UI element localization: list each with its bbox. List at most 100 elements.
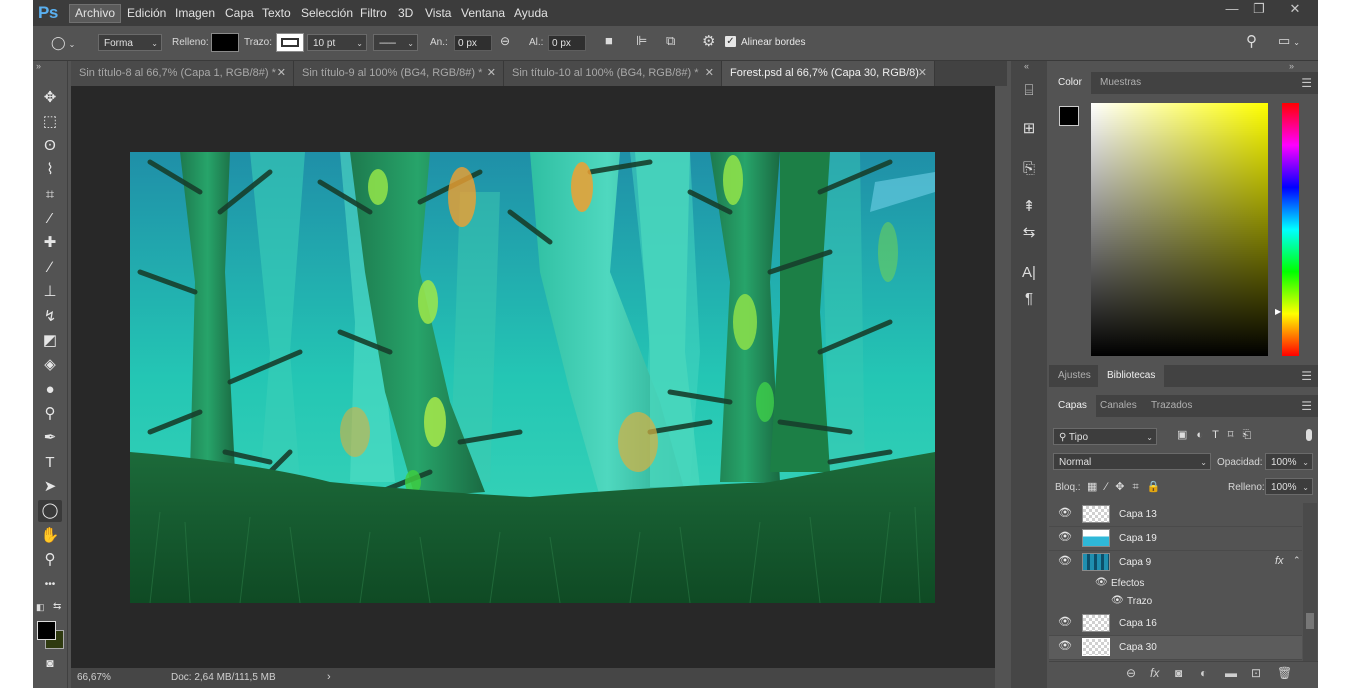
dodge-icon[interactable]: ⚲ bbox=[38, 403, 62, 425]
type-icon[interactable]: T bbox=[38, 452, 62, 474]
fill-swatch[interactable] bbox=[211, 33, 239, 52]
panel-menu-icon[interactable]: ☰ bbox=[1301, 72, 1312, 94]
collapse-arrows-icon[interactable]: » bbox=[1289, 61, 1294, 71]
brush-panel-icon[interactable]: ⇞ bbox=[1019, 197, 1039, 217]
fx-badge[interactable]: fx bbox=[1275, 555, 1284, 567]
clone-source-panel-icon[interactable]: ⎘ bbox=[1019, 159, 1039, 179]
crop-icon[interactable]: ⌗ bbox=[38, 184, 62, 206]
tab-libraries[interactable]: Bibliotecas bbox=[1098, 365, 1165, 387]
menu-seleccion[interactable]: Selección bbox=[296, 0, 358, 26]
path-alignment-icon[interactable]: ⊫ bbox=[636, 33, 647, 49]
link-layers-icon[interactable]: ⊖ bbox=[1126, 666, 1136, 680]
stroke-effect-eye-icon[interactable]: 👁 bbox=[1111, 595, 1124, 606]
more-tools-icon[interactable]: ••• bbox=[38, 574, 62, 596]
character-panel-icon[interactable]: A| bbox=[1019, 263, 1039, 283]
eye-icon[interactable]: 👁 bbox=[1058, 506, 1072, 519]
default-colors-icon[interactable]: ◧ bbox=[36, 602, 46, 612]
hue-slider[interactable] bbox=[1282, 103, 1299, 356]
adjustment-layer-icon[interactable]: ◐ bbox=[1200, 666, 1207, 680]
scrollbar-thumb[interactable] bbox=[1306, 613, 1314, 629]
brush-icon[interactable]: ∕ bbox=[38, 257, 62, 279]
stroke-width-field[interactable]: 10 pt ⌄ bbox=[307, 34, 367, 51]
blur-icon[interactable]: ● bbox=[38, 379, 62, 401]
layer-row-capa-13[interactable]: 👁 Capa 13 bbox=[1049, 503, 1302, 527]
properties-panel-icon[interactable]: ⊞ bbox=[1019, 119, 1039, 139]
align-edges-checkbox[interactable]: ✓ bbox=[725, 36, 736, 47]
path-select-icon[interactable]: ➤ bbox=[38, 476, 62, 498]
effects-eye-icon[interactable]: 👁 bbox=[1095, 577, 1108, 588]
opacity-field[interactable]: 100% ⌄ bbox=[1265, 453, 1313, 470]
height-input[interactable]: 0 px bbox=[548, 35, 586, 51]
new-layer-icon[interactable]: ⊡ bbox=[1251, 666, 1261, 680]
collapse-arrows-icon[interactable]: « bbox=[1024, 61, 1029, 71]
move-icon[interactable]: ✥ bbox=[38, 87, 62, 109]
path-operations-icon[interactable]: ■ bbox=[605, 33, 613, 48]
menu-imagen[interactable]: Imagen bbox=[170, 0, 220, 26]
eye-icon[interactable]: 👁 bbox=[1058, 615, 1072, 628]
tab-layers[interactable]: Capas bbox=[1049, 395, 1096, 417]
menu-texto[interactable]: Texto bbox=[257, 0, 296, 26]
paragraph-panel-icon[interactable]: ¶ bbox=[1019, 289, 1039, 309]
canvas-area[interactable] bbox=[71, 86, 995, 668]
blend-mode-select[interactable]: Normal ⌄ bbox=[1053, 453, 1211, 470]
status-menu-arrow-icon[interactable]: › bbox=[327, 671, 331, 683]
close-button[interactable]: ✕ bbox=[1281, 0, 1309, 20]
menu-vista[interactable]: Vista bbox=[420, 0, 456, 26]
tab-swatches[interactable]: Muestras bbox=[1091, 72, 1150, 94]
hand-icon[interactable]: ✋ bbox=[38, 525, 62, 547]
layer-row-capa-16[interactable]: 👁 Capa 16 bbox=[1049, 612, 1302, 636]
clone-stamp-icon[interactable]: ⊥ bbox=[38, 281, 62, 303]
paint-bucket-icon[interactable]: ◈ bbox=[38, 354, 62, 376]
color-foreground-swatch[interactable] bbox=[1059, 106, 1079, 126]
fill-field[interactable]: 100% ⌄ bbox=[1265, 478, 1313, 495]
forest-artwork[interactable] bbox=[130, 152, 935, 603]
menu-ventana[interactable]: Ventana bbox=[456, 0, 510, 26]
collapse-arrows-icon[interactable]: » bbox=[36, 61, 41, 71]
menu-ayuda[interactable]: Ayuda bbox=[509, 0, 553, 26]
eye-icon[interactable]: 👁 bbox=[1058, 639, 1072, 652]
color-picker-field[interactable] bbox=[1091, 103, 1268, 356]
adjustment-filter-icon[interactable]: ◐ bbox=[1196, 429, 1212, 441]
tab-paths[interactable]: Trazados bbox=[1142, 395, 1201, 417]
gear-icon[interactable]: ⚙ bbox=[702, 32, 715, 50]
pixel-filter-icon[interactable]: ▣ bbox=[1177, 429, 1196, 441]
tab-forest[interactable]: Forest.psd al 66,7% (Capa 30, RGB/8) ✕ bbox=[722, 61, 935, 86]
lock-brush-icon[interactable]: ∕ bbox=[1105, 481, 1115, 493]
menu-capa[interactable]: Capa bbox=[220, 0, 259, 26]
layer-filter-select[interactable]: ⚲ Tipo ⌄ bbox=[1053, 428, 1157, 445]
trash-icon[interactable]: 🗑 bbox=[1277, 666, 1292, 680]
restore-button[interactable]: ❐ bbox=[1245, 0, 1273, 20]
type-filter-icon[interactable]: T bbox=[1212, 429, 1228, 441]
zoom-icon[interactable]: ⚲ bbox=[38, 549, 62, 571]
stroke-type-select[interactable]: ------- ⌄ bbox=[373, 34, 418, 51]
lock-artboard-icon[interactable]: ⌗ bbox=[1132, 481, 1146, 493]
brush-presets-panel-icon[interactable]: ⇆ bbox=[1019, 223, 1039, 243]
tab-sin-titulo-10[interactable]: Sin título-10 al 100% (BG4, RGB/8#) * ✕ bbox=[504, 61, 722, 86]
close-tab-icon[interactable]: ✕ bbox=[277, 61, 286, 86]
close-tab-icon[interactable]: ✕ bbox=[705, 61, 714, 86]
menu-archivo[interactable]: Archivo bbox=[69, 4, 122, 23]
eye-icon[interactable]: 👁 bbox=[1058, 530, 1072, 543]
zoom-level[interactable]: 66,67% bbox=[77, 672, 111, 683]
hue-slider-handle-icon[interactable]: ▶ bbox=[1275, 307, 1281, 316]
lock-move-icon[interactable]: ✥ bbox=[1115, 481, 1132, 493]
lock-icon[interactable]: 🔒 bbox=[1147, 481, 1169, 493]
lock-icons[interactable]: ▦∕✥⌗🔒 bbox=[1087, 480, 1168, 494]
ellipse-tool-preset-icon[interactable]: ◯ ⌄ bbox=[51, 35, 75, 51]
width-input[interactable]: 0 px bbox=[454, 35, 492, 51]
add-style-icon[interactable]: fx bbox=[1150, 666, 1159, 680]
collapse-effects-icon[interactable]: ⌃ bbox=[1293, 555, 1301, 566]
lock-transparency-icon[interactable]: ▦ bbox=[1087, 481, 1105, 493]
layer-row-capa-30[interactable]: 👁 Capa 30 bbox=[1049, 636, 1302, 660]
close-tab-icon[interactable]: ✕ bbox=[918, 61, 927, 86]
tab-channels[interactable]: Canales bbox=[1091, 395, 1146, 417]
pen-icon[interactable]: ✒ bbox=[38, 427, 62, 449]
menu-3d[interactable]: 3D bbox=[393, 0, 418, 26]
menu-edicion[interactable]: Edición bbox=[122, 0, 171, 26]
layer-row-capa-9[interactable]: 👁 Capa 9 fx ⌃ 👁 Efectos 👁 Trazo bbox=[1049, 551, 1302, 613]
tab-sin-titulo-8[interactable]: Sin título-8 al 66,7% (Capa 1, RGB/8#) *… bbox=[71, 61, 294, 86]
lasso-icon[interactable]: ʘ bbox=[38, 135, 62, 157]
tab-adjustments[interactable]: Ajustes bbox=[1049, 365, 1100, 387]
quick-mask-icon[interactable]: ◙ bbox=[38, 652, 62, 674]
workspace-icon[interactable]: ▭ ⌄ bbox=[1278, 33, 1300, 49]
